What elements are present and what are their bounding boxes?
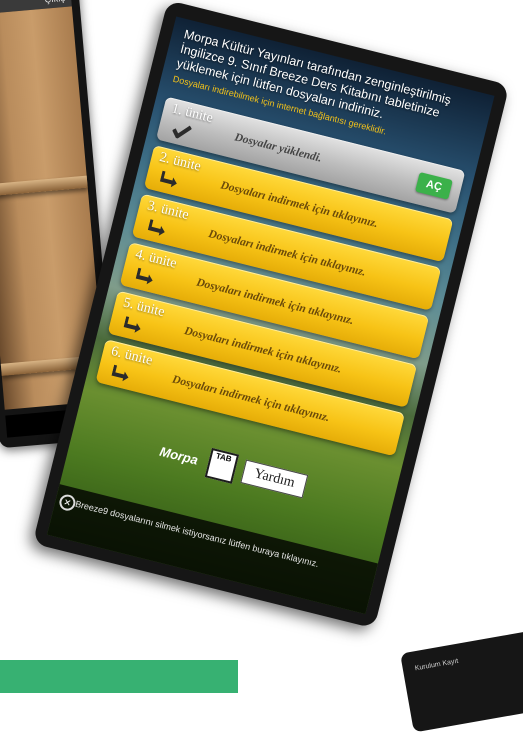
tab-badge-label: TAB bbox=[214, 451, 233, 464]
corner-tablet-title: Kurulum Kayıt bbox=[414, 657, 459, 673]
corner-tablet: Kurulum Kayıt bbox=[400, 629, 523, 733]
main-tablet: Morpa Kültür Yayınları tarafından zengin… bbox=[32, 0, 510, 629]
download-arrow-icon bbox=[135, 267, 153, 285]
download-arrow-icon bbox=[159, 170, 177, 188]
green-banner bbox=[0, 660, 238, 693]
help-button[interactable]: Yardım bbox=[240, 459, 308, 499]
shelf-plank bbox=[0, 175, 88, 197]
tab-badge-icon: TAB bbox=[204, 447, 239, 484]
open-button[interactable]: AÇ bbox=[415, 172, 453, 200]
app-screen: Morpa Kültür Yayınları tarafından zengin… bbox=[47, 16, 495, 614]
morpa-logo: Morpa bbox=[158, 443, 200, 468]
download-arrow-icon bbox=[147, 219, 165, 236]
check-icon bbox=[172, 125, 192, 140]
delete-icon: ✕ bbox=[57, 492, 78, 513]
download-arrow-icon bbox=[111, 364, 129, 382]
download-arrow-icon bbox=[123, 316, 141, 333]
